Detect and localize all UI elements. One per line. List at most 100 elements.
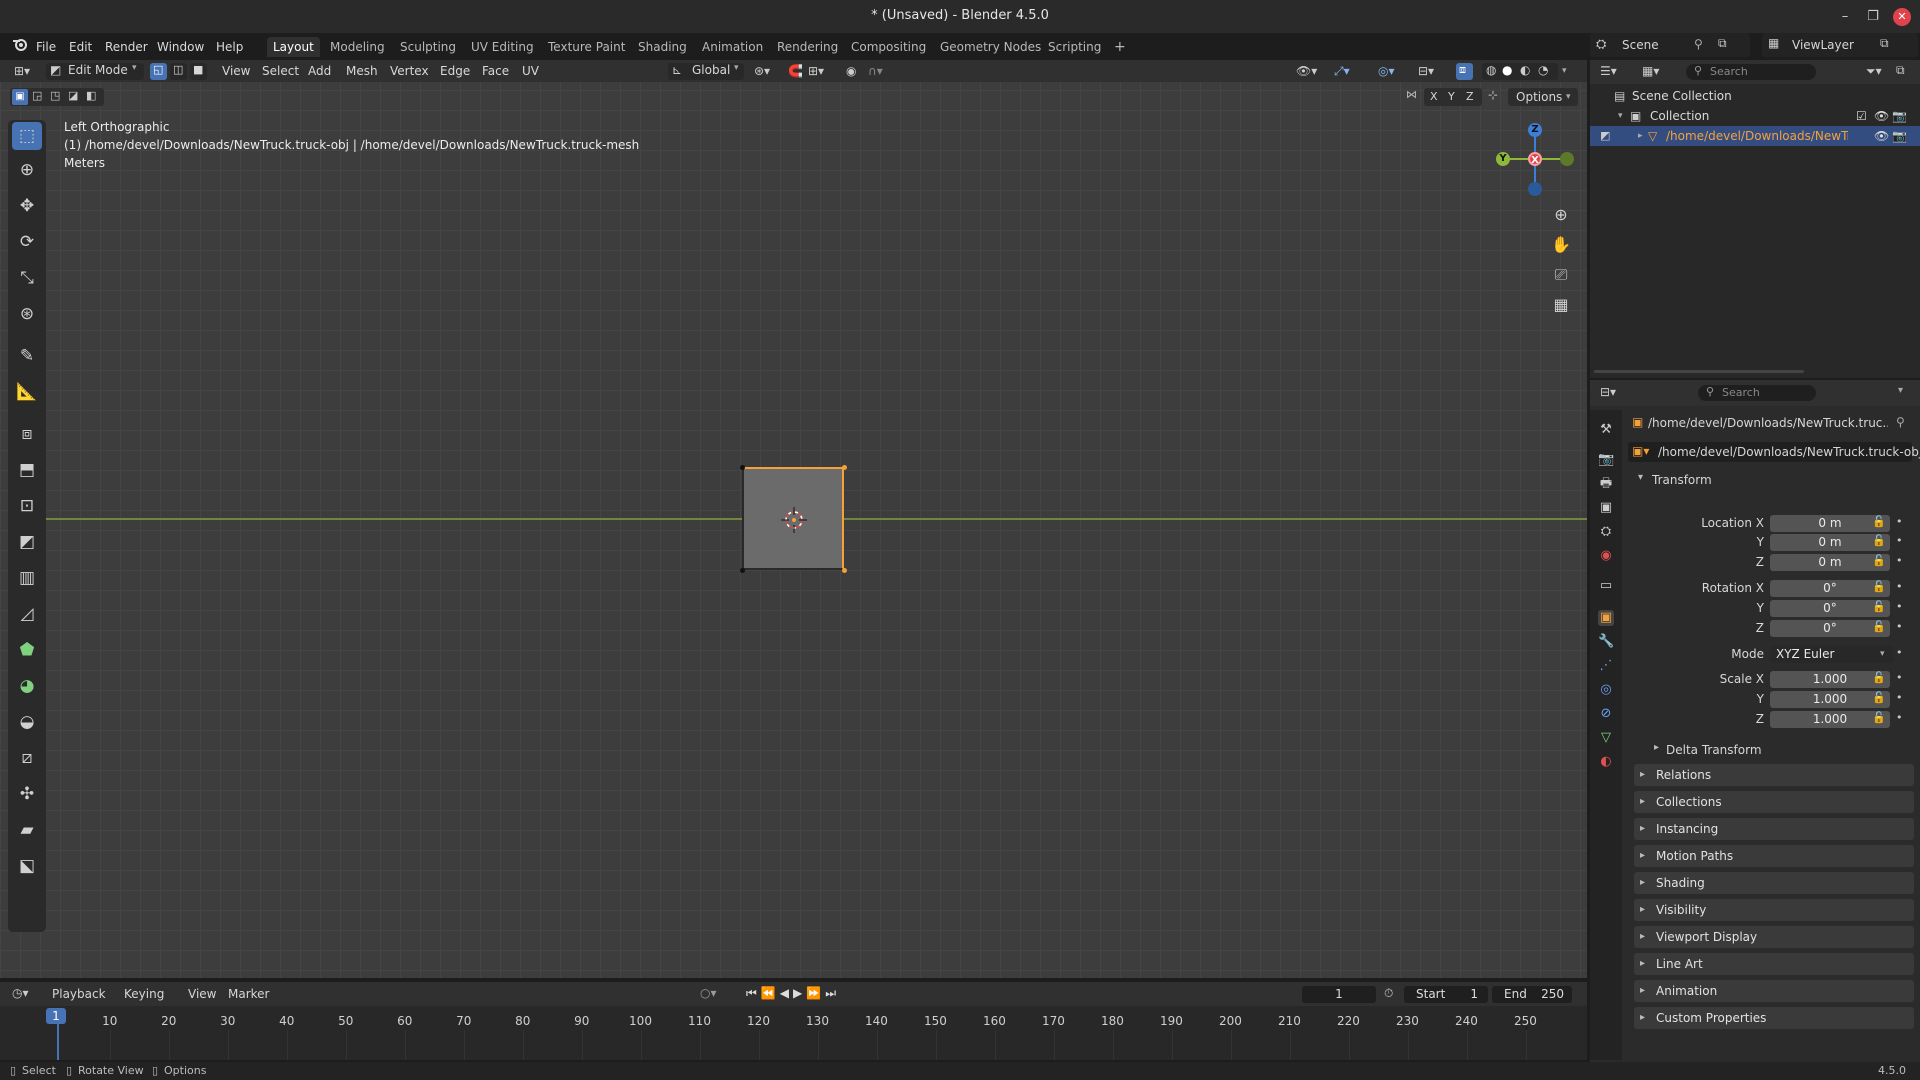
object-tab-icon[interactable]: ▣ — [1598, 610, 1614, 626]
transform-tool-icon[interactable]: ⊛ — [12, 300, 42, 328]
panel-shading[interactable]: ▸ Shading — [1634, 872, 1914, 894]
outliner-row-scene-collection[interactable]: ▤ Scene Collection — [1590, 86, 1920, 106]
menu-edge[interactable]: Edge — [440, 63, 470, 80]
lock-icon[interactable]: 🔓 — [1872, 515, 1886, 528]
lock-icon[interactable]: 🔓 — [1872, 691, 1886, 704]
tab-layout[interactable]: Layout — [267, 37, 320, 57]
auto-merge-icon[interactable]: ⊹ — [1488, 88, 1498, 102]
auto-keying-icon[interactable]: ○▾ — [700, 986, 717, 1000]
zoom-icon[interactable]: ⊕ — [1548, 202, 1574, 228]
outliner[interactable]: ☰▾ ▦▾ ⚲ Search ⏷▾ ⧉ ▤ Scene Collection ▾… — [1590, 60, 1920, 378]
gizmo-neg-y-axis[interactable] — [1560, 152, 1574, 166]
keyframe-dot-icon[interactable]: • — [1896, 534, 1903, 547]
snap-target-icon[interactable]: ⊞▾ — [808, 63, 824, 80]
next-keyframe-icon[interactable]: ⏩ — [806, 986, 825, 1000]
panel-instancing[interactable]: ▸ Instancing — [1634, 818, 1914, 840]
exclude-checkbox[interactable]: ☑ — [1856, 106, 1867, 126]
lock-icon[interactable]: 🔓 — [1872, 534, 1886, 547]
mesh-vertex[interactable] — [740, 568, 745, 573]
chevron-down-icon[interactable]: ▾ — [1898, 385, 1903, 396]
smooth-tool-icon[interactable]: ◒ — [12, 708, 42, 736]
loop-cut-tool-icon[interactable]: ▥ — [12, 564, 42, 592]
mirror-x-toggle[interactable]: X — [1430, 90, 1438, 103]
material-tab-icon[interactable]: ◐ — [1598, 754, 1614, 770]
outliner-row-object[interactable]: ◩ ▸ ▽ /home/devel/Downloads/NewTru 👁 📷 — [1590, 126, 1920, 146]
scale-tool-icon[interactable]: ⤡ — [12, 264, 42, 292]
lock-icon[interactable]: 🔓 — [1872, 671, 1886, 684]
rip-tool-icon[interactable]: ⬕ — [12, 852, 42, 880]
close-button[interactable]: ✕ — [1893, 8, 1911, 26]
keyframe-dot-icon[interactable]: • — [1896, 646, 1903, 659]
menu-keying[interactable]: Keying — [124, 987, 164, 1001]
3d-viewport[interactable]: ⊞▾ ◩ Edit Mode ▾ ◱ ◫ ■ View Select Add M… — [0, 60, 1587, 978]
bevel-tool-icon[interactable]: ◩ — [12, 528, 42, 556]
mirror-icon[interactable]: ⋈ — [1406, 88, 1417, 101]
menu-help[interactable]: Help — [216, 37, 243, 57]
output-tab-icon[interactable]: 🖶 — [1598, 476, 1614, 492]
properties-editor[interactable]: ⊟▾ ⚲ Search ▾ ⚒ 📷 🖶 ▣ ⛭ ◉ ▭ ▣ 🔧 ⋰ ◎ ⊘ ▽ … — [1590, 380, 1920, 1062]
snap-icon[interactable]: 🧲 — [788, 63, 803, 80]
view-layer-tab-icon[interactable]: ▣ — [1598, 500, 1614, 516]
rotate-tool-icon[interactable]: ⟳ — [12, 228, 42, 256]
mesh-vertex[interactable] — [740, 465, 745, 470]
select-intersect-icon[interactable]: ◧ — [86, 89, 96, 102]
spin-tool-icon[interactable]: ◕ — [12, 672, 42, 700]
menu-uv[interactable]: UV — [522, 63, 539, 80]
tab-scripting[interactable]: Scripting — [1042, 37, 1107, 57]
tab-texture-paint[interactable]: Texture Paint — [542, 37, 631, 57]
tab-shading[interactable]: Shading — [632, 37, 693, 57]
gizmo-y-axis[interactable]: Y — [1496, 152, 1510, 166]
panel-custom-properties[interactable]: ▸ Custom Properties — [1634, 1007, 1914, 1029]
editor-type-icon[interactable]: ☰▾ — [1600, 64, 1617, 78]
outliner-search-input[interactable]: ⚲ Search — [1686, 64, 1816, 80]
mesh-vertex-selected[interactable] — [842, 568, 847, 573]
camera-icon[interactable]: 📷 — [1892, 126, 1907, 146]
data-tab-icon[interactable]: ▽ — [1598, 730, 1614, 746]
annotate-tool-icon[interactable]: ✎ — [12, 342, 42, 370]
menu-render[interactable]: Render — [105, 37, 148, 57]
select-box-tool-icon[interactable]: ⬚ — [12, 122, 42, 150]
keyframe-dot-icon[interactable]: • — [1896, 554, 1903, 567]
start-frame-field[interactable]: Start 1 — [1404, 986, 1488, 1003]
knife-tool-icon[interactable]: ◿ — [12, 600, 42, 628]
overlay-toggle-icon[interactable]: ◎▾ — [1378, 63, 1395, 80]
rendered-shading-icon[interactable]: ◔ — [1538, 63, 1548, 77]
eye-icon[interactable]: 👁 — [1874, 106, 1889, 126]
lock-icon[interactable]: 🔓 — [1872, 711, 1886, 724]
gizmo-neg-z-axis[interactable] — [1528, 182, 1542, 196]
3d-cursor[interactable] — [781, 507, 807, 536]
blender-logo-icon[interactable] — [12, 37, 28, 57]
keyframe-dot-icon[interactable]: • — [1896, 620, 1903, 633]
menu-vertex[interactable]: Vertex — [390, 63, 429, 80]
shading-options-chevron-icon[interactable]: ▾ — [1562, 63, 1567, 80]
select-new-icon[interactable]: ▣ — [12, 89, 28, 105]
chevron-down-icon[interactable]: ▾ — [1618, 106, 1623, 126]
playhead-frame[interactable]: 1 — [46, 1008, 66, 1024]
minimize-button[interactable]: – — [1836, 8, 1854, 26]
solid-shading-icon[interactable]: ● — [1502, 63, 1512, 77]
panel-motion-paths[interactable]: ▸ Motion Paths — [1634, 845, 1914, 867]
transform-orientation-selector[interactable]: ⊾ Global ▾ — [668, 63, 744, 80]
new-scene-icon[interactable]: ⧉ — [1718, 36, 1727, 51]
rotation-mode-select[interactable]: XYZ Euler ▾ — [1770, 646, 1894, 663]
face-select-button[interactable]: ■ — [190, 63, 207, 80]
constraints-tab-icon[interactable]: ⊘ — [1598, 706, 1614, 722]
transform-panel-header[interactable]: ▾ Transform — [1634, 470, 1914, 490]
tab-uv-editing[interactable]: UV Editing — [465, 37, 540, 57]
jump-start-icon[interactable]: ⏮ — [746, 986, 761, 1000]
menu-mesh[interactable]: Mesh — [346, 63, 378, 80]
panel-line-art[interactable]: ▸ Line Art — [1634, 953, 1914, 975]
scene-tab-icon[interactable]: ⛭ — [1598, 524, 1614, 540]
select-extend-icon[interactable]: ◲ — [32, 89, 42, 102]
menu-select[interactable]: Select — [262, 63, 299, 80]
menu-playback[interactable]: Playback — [52, 987, 106, 1001]
current-frame-field[interactable]: 1 — [1302, 986, 1376, 1003]
tab-animation[interactable]: Animation — [696, 37, 769, 57]
play-reverse-icon[interactable]: ◀ — [780, 986, 793, 1000]
add-workspace-button[interactable]: + — [1108, 37, 1132, 57]
keyframe-dot-icon[interactable]: • — [1896, 691, 1903, 704]
editor-type-icon[interactable]: ⊞▾ — [14, 63, 30, 80]
menu-marker[interactable]: Marker — [228, 987, 269, 1001]
timer-icon[interactable]: ⏱ — [1384, 986, 1393, 1001]
visibility-icon[interactable]: 👁▾ — [1296, 63, 1317, 80]
